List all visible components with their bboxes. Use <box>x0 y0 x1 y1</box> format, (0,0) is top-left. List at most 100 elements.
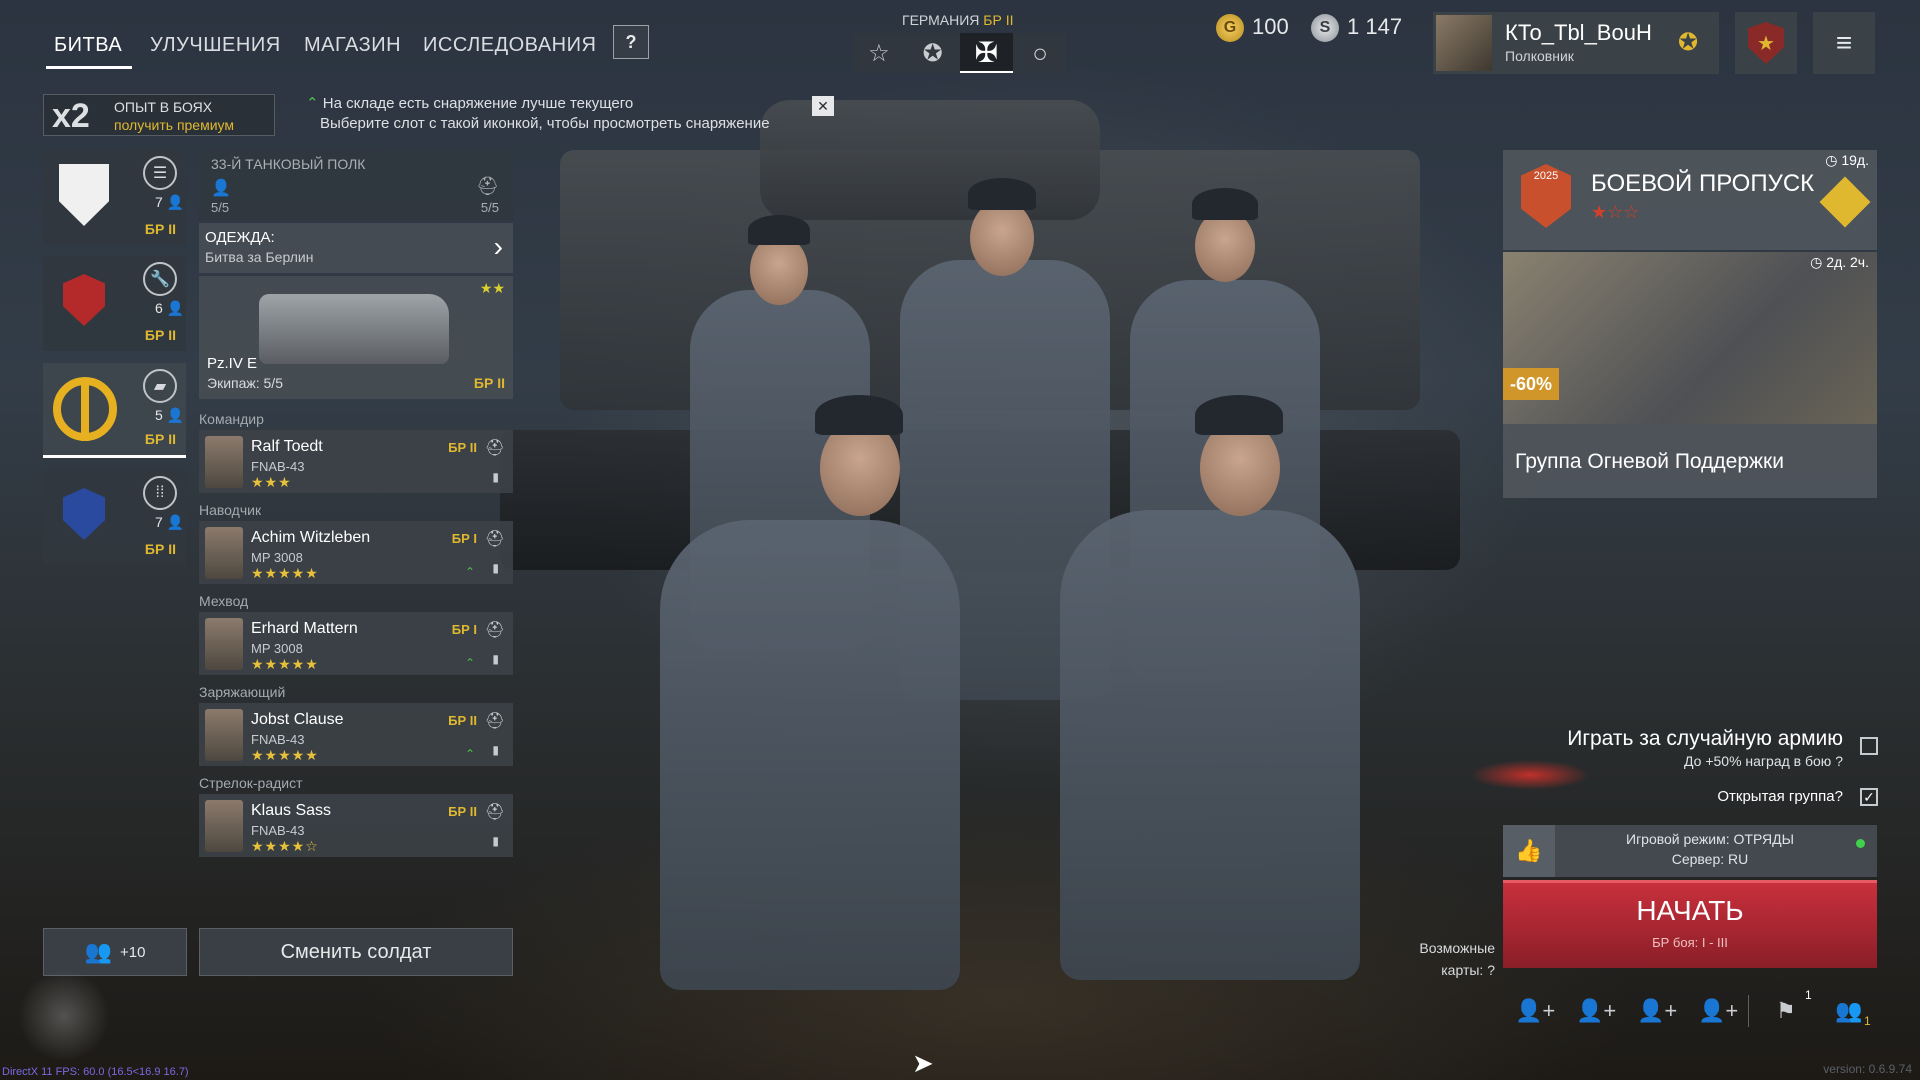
group-icon[interactable]: 👥 <box>1835 998 1862 1024</box>
tab-research[interactable]: ИССЛЕДОВАНИЯ <box>423 34 596 57</box>
tank-division-emblem-icon <box>53 377 117 441</box>
help-icon[interactable]: ? <box>1835 753 1843 769</box>
soldier-row[interactable]: Jobst Clause FNAB-43 ★★★★★ БР II ⛑ ⌃ ▮ <box>199 703 513 766</box>
soldier-weapon: MP 3008 <box>251 641 303 656</box>
squad-size-value: 5 <box>155 407 163 423</box>
tank-turret <box>760 100 1100 220</box>
role-label: Командир <box>199 411 264 427</box>
battle-pass-card[interactable]: 2025 БОЕВОЙ ПРОПУСК ★☆☆ ◷ 19д. <box>1503 150 1877 250</box>
nation-name: ГЕРМАНИЯ <box>902 12 980 28</box>
tank-image <box>259 294 449 364</box>
squad-size: 6 👤 <box>155 300 184 317</box>
shield-icon <box>59 164 109 226</box>
tank-icon: ▰ <box>143 369 177 403</box>
get-premium-link[interactable]: получить премиум <box>114 117 234 133</box>
squad-size-value: 7 <box>155 514 163 530</box>
squad-type-icon: ▰ <box>143 369 177 403</box>
help-icon[interactable]: ? <box>1835 788 1843 805</box>
person-icon: 👤 <box>211 180 231 197</box>
ammo-slot-icon[interactable]: ▮ <box>492 470 499 484</box>
outfit-button[interactable]: ОДЕЖДА: Битва за Берлин › <box>199 223 513 273</box>
vehicle-crew: Экипаж: 5/5 <box>207 375 283 391</box>
wrench-icon: 🔧 <box>143 262 177 296</box>
nation-switcher: ☆ ✪ ✠ ○ <box>852 33 1067 73</box>
upgrade-arrow-icon: ⌃ <box>464 656 475 670</box>
squad-br: БР II <box>144 327 176 343</box>
regiment-panel: 33-Й ТАНКОВЫЙ ПОЛК 👤 5/5 ⛑ 5/5 <box>199 150 513 220</box>
close-icon[interactable]: ✕ <box>812 96 834 116</box>
start-button[interactable]: НАЧАТЬ БР боя: I - III <box>1503 880 1877 968</box>
squad-card-2[interactable]: 🔧 6 👤 БР II <box>43 256 186 351</box>
rank-star-icon: ✪ <box>1678 29 1699 56</box>
soldier-cap <box>815 395 903 435</box>
invite-friend-icon[interactable]: 👤+ <box>1637 998 1677 1024</box>
menu-hamburger-icon[interactable]: ≡ <box>1813 12 1875 74</box>
possible-maps[interactable]: Возможные карты: ? <box>1400 937 1495 981</box>
equipment-notice: ⌃ На складе есть снаряжение лучше текуще… <box>306 94 770 134</box>
ammo-slot-icon[interactable]: ▮ <box>492 834 499 848</box>
cross-icon[interactable]: ✠ <box>959 33 1014 73</box>
invite-friend-icon[interactable]: 👤+ <box>1515 998 1555 1024</box>
list-icon: ☰ <box>143 156 177 190</box>
xp-bonus-panel[interactable]: x2 ОПЫТ В БОЯХ получить премиум <box>43 94 275 136</box>
online-status-dot <box>1856 839 1865 848</box>
role-label: Наводчик <box>199 502 262 518</box>
invite-friend-icon[interactable]: 👤+ <box>1698 998 1738 1024</box>
offer-image[interactable]: ◷ 2д. 2ч. -60% <box>1503 252 1877 424</box>
tab-upgrades[interactable]: УЛУЧШЕНИЯ <box>150 34 281 57</box>
person-icon: 👤 <box>166 407 185 423</box>
offer-title-panel[interactable]: Группа Огневой Поддержки <box>1503 424 1877 498</box>
tab-shop[interactable]: МАГАЗИН <box>304 34 401 57</box>
player-card[interactable]: КТо_Tbl_BouH Полковник ✪ <box>1433 12 1719 74</box>
thumbs-up-icon[interactable]: 👍 <box>1503 825 1555 877</box>
star-icon[interactable]: ☆ <box>852 33 906 73</box>
helmet-icon: ⛑ <box>476 176 499 196</box>
ammo-slot-icon[interactable]: ▮ <box>492 561 499 575</box>
helmet-icon: ⛑ <box>484 531 505 548</box>
squad-card-1[interactable]: ☰ 7 👤 БР II <box>43 150 186 245</box>
game-mode-panel[interactable]: 👍 Игровой режим: ОТРЯДЫ Сервер: RU <box>1503 825 1877 877</box>
ammo-slot-icon[interactable]: ▮ <box>492 652 499 666</box>
battle-pass-emblem-icon: 2025 <box>1521 164 1571 228</box>
circle-star-icon[interactable]: ✪ <box>906 33 960 73</box>
soldier-count: 5/5 <box>211 200 230 215</box>
soldier-cap <box>968 178 1036 210</box>
soldier-stars: ★★★★★ <box>251 656 319 672</box>
squad-card-4[interactable]: ⁞⁞ 7 👤 БР II <box>43 470 186 565</box>
flag-icon[interactable]: ⚑ <box>1776 998 1796 1024</box>
flag-count: 1 <box>1805 988 1812 1002</box>
achievements-button[interactable]: ★ <box>1735 12 1797 74</box>
soldier-row[interactable]: Erhard Mattern MP 3008 ★★★★★ БР I ⛑ ⌃ ▮ <box>199 612 513 675</box>
tab-battle[interactable]: БИТВА <box>54 34 122 57</box>
fire-glow <box>1470 760 1590 790</box>
vehicle-card[interactable]: ★★ Pz.IV E Экипаж: 5/5 БР II <box>199 276 513 399</box>
outfit-value: Битва за Берлин <box>205 249 314 265</box>
soldier-row[interactable]: Klaus Sass FNAB-43 ★★★★☆ БР II ⛑ ▮ <box>199 794 513 857</box>
group-icon: 👥 <box>84 939 112 964</box>
player-name: КТо_Tbl_BouH <box>1505 20 1652 45</box>
soldier-stars: ★★★ <box>251 474 292 490</box>
squad-size-value: 7 <box>155 194 163 210</box>
ammo-slot-icon[interactable]: ▮ <box>492 743 499 757</box>
random-army-checkbox[interactable] <box>1860 737 1878 755</box>
maps-label-1: Возможные <box>1419 940 1495 956</box>
change-soldiers-button[interactable]: Сменить солдат <box>199 928 513 976</box>
soldier-figure <box>1060 510 1360 980</box>
soldier-row[interactable]: Achim Witzleben MP 3008 ★★★★★ БР I ⛑ ⌃ ▮ <box>199 521 513 584</box>
random-army-label: Играть за случайную армию <box>1567 727 1843 750</box>
divider <box>1748 995 1749 1027</box>
random-bonus-text: До +50% наград в бою <box>1684 753 1832 769</box>
offer-title: Группа Огневой Поддержки <box>1515 450 1784 473</box>
soldier-row[interactable]: Ralf Toedt FNAB-43 ★★★ БР II ⛑ ▮ <box>199 430 513 493</box>
add-squad-button[interactable]: 👥 +10 <box>43 928 187 976</box>
help-button[interactable]: ? <box>613 25 649 59</box>
blue-eagle-emblem-icon <box>63 488 105 540</box>
soldier-name: Ralf Toedt <box>251 438 323 455</box>
nation-label: ГЕРМАНИЯ БР II <box>902 12 1013 28</box>
chevron-right-icon: › <box>493 231 503 262</box>
vehicle-br: БР II <box>473 375 505 391</box>
open-group-checkbox[interactable]: ✓ <box>1860 788 1878 806</box>
squad-card-3-selected[interactable]: ▰ 5 👤 БР II <box>43 363 186 458</box>
circle-icon[interactable]: ○ <box>1013 33 1067 73</box>
invite-friend-icon[interactable]: 👤+ <box>1576 998 1616 1024</box>
